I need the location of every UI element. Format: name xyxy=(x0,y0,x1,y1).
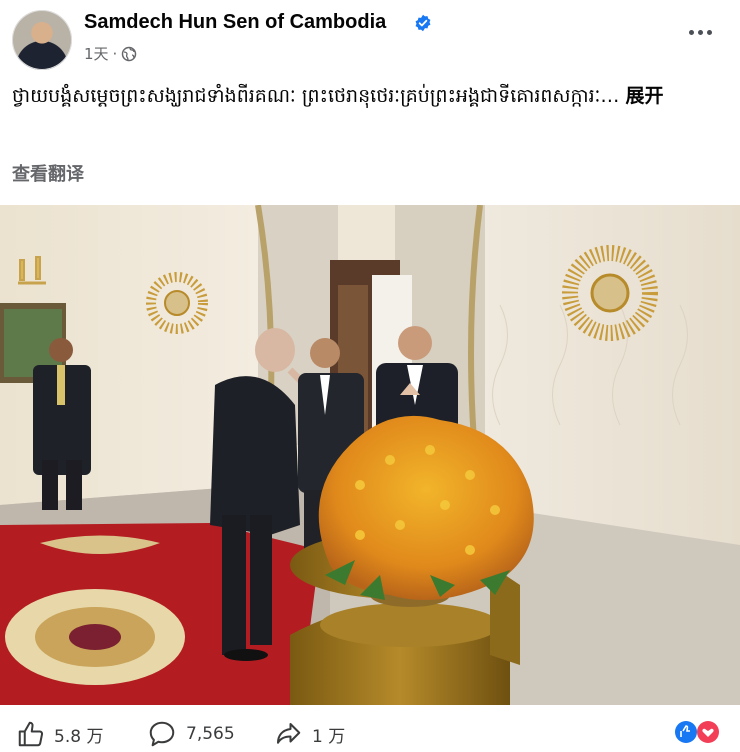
comment-count: 7,565 xyxy=(186,724,235,744)
see-translation-link[interactable]: 查看翻译 xyxy=(12,160,84,186)
author-avatar[interactable] xyxy=(12,10,72,70)
like-button[interactable]: 5.8 万 xyxy=(16,719,103,749)
expand-link[interactable]: 展开 xyxy=(625,85,663,107)
post-meta: 1天 · xyxy=(84,43,137,64)
reaction-bar: 5.8 万 7,565 1 万 xyxy=(0,705,740,752)
post-photo[interactable] xyxy=(0,205,740,705)
thumbs-up-icon xyxy=(18,721,44,747)
share-button[interactable]: 1 万 xyxy=(272,719,345,749)
dot xyxy=(698,30,703,35)
author-name[interactable]: Samdech Hun Sen of Cambodia xyxy=(84,11,386,34)
photo-illustration xyxy=(0,205,740,705)
dot xyxy=(707,30,712,35)
globe-icon xyxy=(122,46,137,61)
comment-button[interactable]: 7,565 xyxy=(146,719,235,749)
like-count: 5.8 万 xyxy=(54,726,104,747)
post-header: Samdech Hun Sen of Cambodia 1天 · xyxy=(0,0,740,70)
share-arrow-icon xyxy=(277,723,301,744)
post-caption: ថ្វាយបង្គំសម្តេចព្រះសង្ឃរាជទាំងពីរគណៈ ព្… xyxy=(12,82,724,111)
comment-icon xyxy=(149,721,175,747)
meta-separator: · xyxy=(112,44,118,63)
share-count: 1 万 xyxy=(312,726,346,747)
verified-badge-icon xyxy=(415,14,431,32)
more-options-button[interactable] xyxy=(689,30,712,35)
reaction-emoji-icons[interactable] xyxy=(670,717,726,747)
caption-text: ថ្វាយបង្គំសម្តេចព្រះសង្ឃរាជទាំងពីរគណៈ ព្… xyxy=(12,85,626,107)
dot xyxy=(689,30,694,35)
post-time[interactable]: 1天 xyxy=(84,43,109,64)
